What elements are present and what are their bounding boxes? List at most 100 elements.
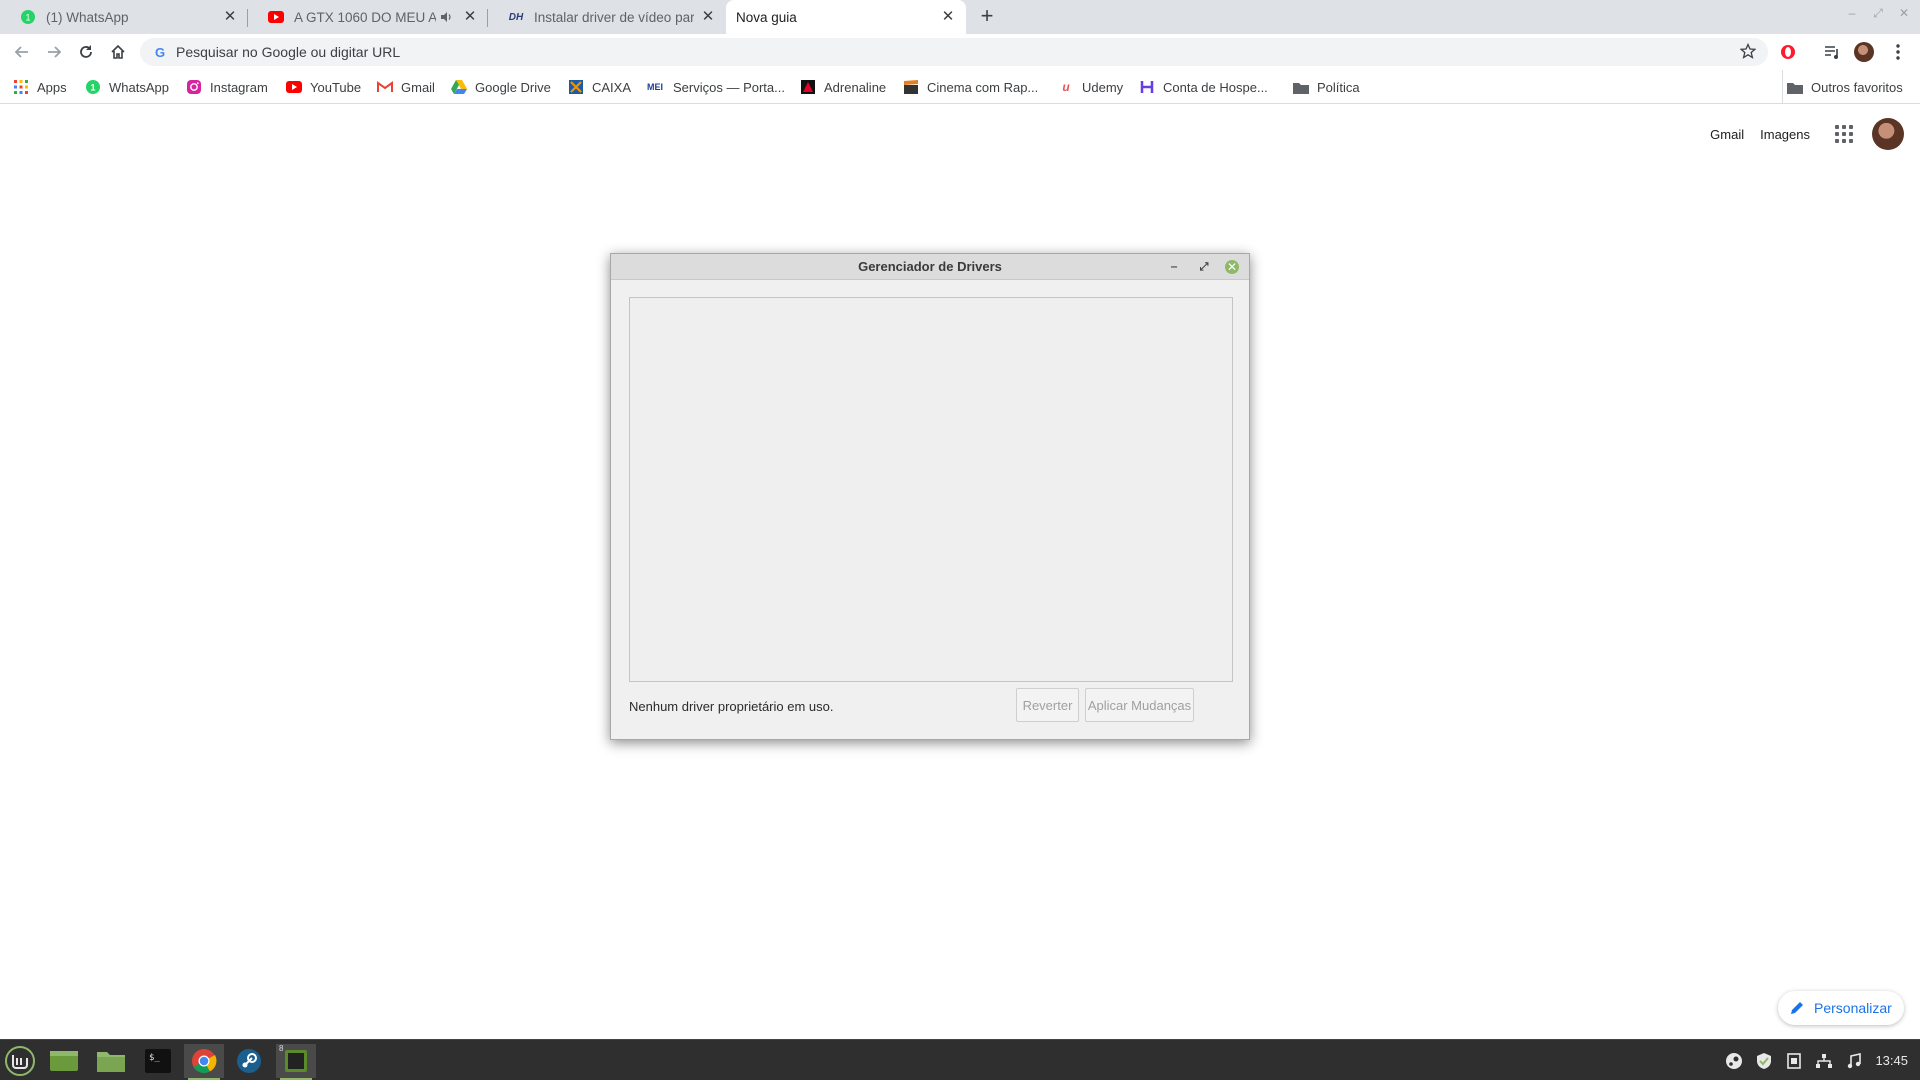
bookmark-gmail[interactable]: Gmail [377, 70, 435, 104]
bookmark-star-icon[interactable] [1739, 42, 1757, 64]
google-apps-icon[interactable] [1832, 122, 1856, 146]
files-icon[interactable] [91, 1044, 131, 1078]
bookmark-outros-favoritos[interactable]: Outros favoritos [1782, 70, 1903, 104]
google-drive-icon [451, 79, 467, 95]
forward-button[interactable] [40, 38, 68, 66]
google-header: Gmail Imagens [1710, 118, 1904, 150]
sound-icon[interactable] [1845, 1052, 1863, 1070]
status-text: Nenhum driver proprietário em uso. [629, 699, 834, 714]
terminal-icon[interactable]: $_ [138, 1044, 178, 1078]
close-icon[interactable]: ✕ [700, 9, 716, 25]
opera-extension-icon[interactable] [1774, 38, 1802, 66]
arrow-right-icon [48, 46, 62, 58]
google-g-icon: G [154, 44, 166, 60]
new-tab-button[interactable]: + [975, 5, 999, 29]
svg-text:1: 1 [25, 13, 30, 23]
speaker-icon[interactable] [440, 11, 456, 23]
bookmark-youtube[interactable]: YouTube [286, 70, 361, 104]
bookmark-instagram[interactable]: Instagram [186, 70, 268, 104]
bookmark-label: Udemy [1082, 79, 1124, 95]
bookmark-label: Serviços — Porta... [673, 79, 785, 95]
revert-button[interactable]: Reverter [1016, 688, 1079, 722]
bookmark-label: Apps [37, 79, 67, 95]
home-button[interactable] [104, 38, 132, 66]
steam-icon[interactable] [229, 1044, 269, 1078]
whatsapp-icon: 1 [20, 9, 36, 25]
reload-button[interactable] [72, 38, 100, 66]
bookmark-conta-hospedagem[interactable]: Conta de Hospe... [1139, 70, 1268, 104]
tab-whatsapp[interactable]: 1 (1) WhatsApp ✕ [0, 0, 248, 34]
window-title: Gerenciador de Drivers [858, 259, 1002, 274]
media-queue-icon[interactable] [1818, 38, 1846, 66]
menu-button[interactable] [0, 1044, 40, 1078]
bookmark-caixa[interactable]: CAIXA [568, 70, 631, 104]
folder-icon [1787, 79, 1803, 95]
gmail-link[interactable]: Gmail [1710, 127, 1744, 142]
minimize-icon[interactable]: ‒ [1165, 258, 1183, 276]
close-window-icon[interactable]: ✕ [1896, 6, 1912, 21]
menu-kebab-icon[interactable] [1884, 38, 1912, 66]
images-link[interactable]: Imagens [1760, 127, 1810, 142]
bookmark-politica[interactable]: Política [1293, 70, 1360, 104]
diolinux-icon: DH [508, 11, 524, 23]
close-icon[interactable]: ✕ [940, 9, 956, 25]
bookmark-cinema[interactable]: Cinema com Rap... [903, 70, 1038, 104]
tab-title: A GTX 1060 DO MEU AMIGO [294, 9, 436, 25]
account-avatar[interactable] [1872, 118, 1904, 150]
whatsapp-icon: 1 [85, 79, 101, 95]
clipboard-icon[interactable] [1785, 1052, 1803, 1070]
reload-icon [80, 45, 92, 58]
clapperboard-icon [903, 79, 919, 95]
back-button[interactable] [8, 38, 36, 66]
bookmark-label: Outros favoritos [1811, 79, 1903, 95]
drivers-list[interactable] [629, 297, 1233, 682]
bookmark-whatsapp[interactable]: 1 WhatsApp [85, 70, 169, 104]
svg-text:$_: $_ [149, 1053, 160, 1063]
clock[interactable]: 13:45 [1875, 1053, 1908, 1068]
profile-avatar[interactable] [1850, 38, 1878, 66]
tab-instalar-driver[interactable]: DH Instalar driver de vídeo para jogos ✕ [488, 0, 726, 34]
browser-toolbar: G [0, 34, 1920, 70]
tab-strip: 1 (1) WhatsApp ✕ A GTX 1060 DO MEU AMIGO… [0, 0, 1920, 34]
minimize-icon[interactable]: ‒ [1844, 6, 1860, 21]
steam-tray-icon[interactable] [1725, 1052, 1743, 1070]
close-icon[interactable]: ✕ [462, 9, 478, 25]
bookmark-label: YouTube [310, 79, 362, 95]
bookmark-label: WhatsApp [109, 79, 169, 95]
tab-nova-guia[interactable]: Nova guia ✕ [726, 0, 966, 34]
update-shield-icon[interactable] [1755, 1052, 1773, 1070]
mei-icon: MEI [646, 82, 663, 92]
show-desktop-icon[interactable] [44, 1044, 84, 1078]
udemy-icon: u [1062, 80, 1070, 94]
maximize-icon[interactable]: ⤢ [1195, 258, 1213, 276]
address-input[interactable] [176, 44, 1676, 60]
bookmark-label: CAIXA [592, 79, 632, 95]
close-icon[interactable]: ✕ [1225, 260, 1239, 274]
tab-youtube-video[interactable]: A GTX 1060 DO MEU AMIGO ✕ [248, 0, 488, 34]
bookmark-apps[interactable]: Apps [13, 70, 67, 104]
window-controls: ‒ ⤢ ✕ [1844, 6, 1912, 21]
chrome-icon[interactable] [184, 1044, 224, 1080]
pencil-icon [1790, 1001, 1804, 1015]
bookmark-adrenaline[interactable]: Adrenaline [800, 70, 886, 104]
address-bar[interactable]: G [140, 38, 1768, 66]
hosting-icon [1139, 79, 1155, 95]
close-icon[interactable]: ✕ [222, 9, 238, 25]
bookmark-servicos[interactable]: MEI Serviços — Porta... [645, 70, 785, 104]
customize-label: Personalizar [1814, 1000, 1892, 1016]
taskbar: $_ 8 13:45 [0, 1039, 1920, 1080]
linux-mint-icon [5, 1046, 35, 1076]
network-icon[interactable] [1815, 1052, 1833, 1070]
bookmark-udemy[interactable]: u Udemy [1058, 70, 1123, 104]
bookmark-label: Gmail [401, 79, 435, 95]
svg-text:1: 1 [90, 83, 95, 93]
maximize-icon[interactable]: ⤢ [1870, 6, 1886, 21]
workspace-badge: 8 [279, 1044, 284, 1053]
bookmarks-bar: Apps 1 WhatsApp Instagram YouTube Gmail … [0, 70, 1920, 104]
window-titlebar[interactable]: Gerenciador de Drivers ‒ ⤢ ✕ [611, 254, 1249, 280]
driver-manager-task-icon[interactable]: 8 [276, 1044, 316, 1080]
apply-changes-button[interactable]: Aplicar Mudanças [1085, 688, 1194, 722]
bookmark-google-drive[interactable]: Google Drive [451, 70, 551, 104]
customize-button[interactable]: Personalizar [1778, 991, 1904, 1025]
bookmark-label: Adrenaline [824, 79, 887, 95]
